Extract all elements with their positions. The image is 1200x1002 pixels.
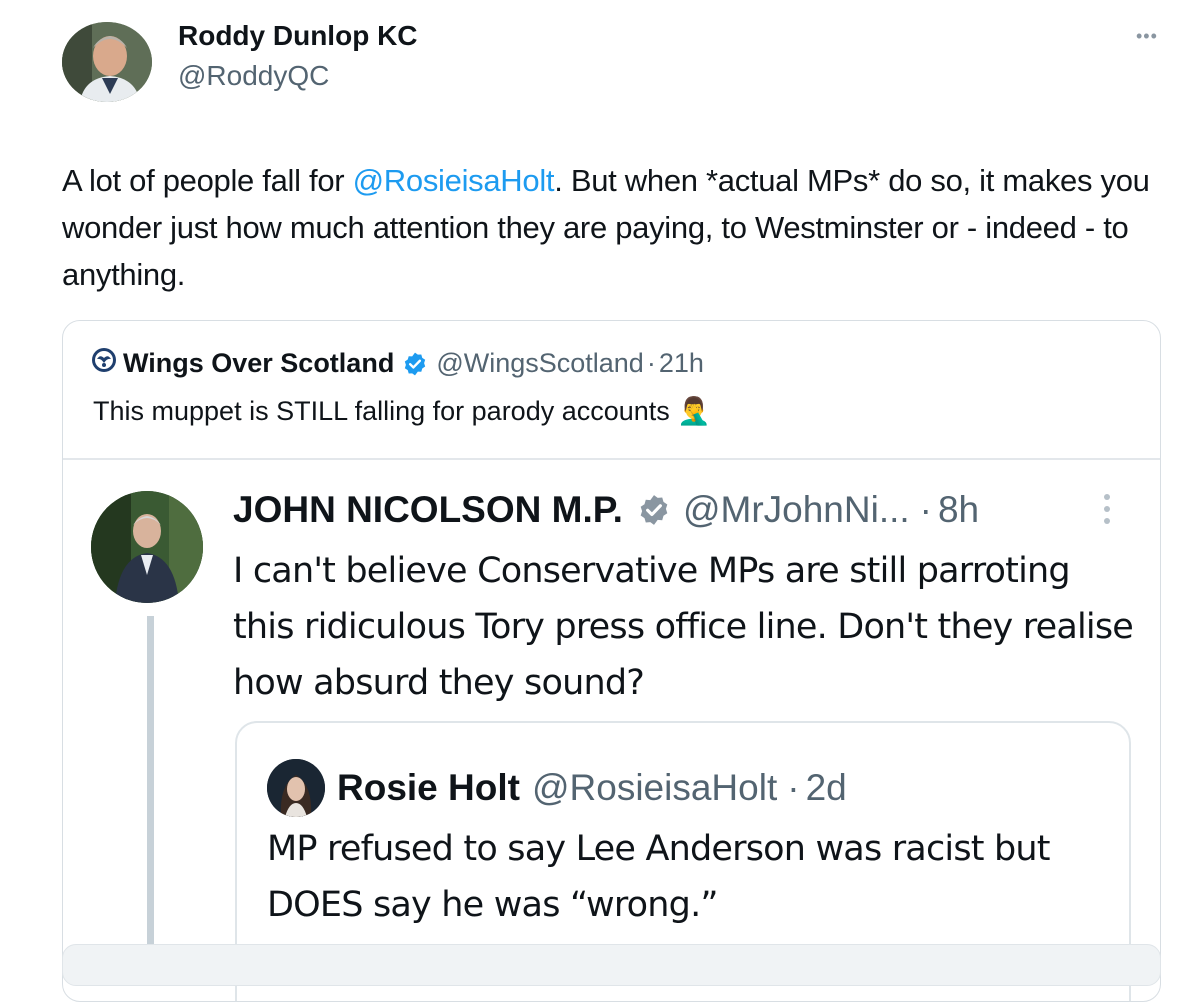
nested-tweet-header: Rosie Holt @RosieisaHolt · 2d [267,759,847,817]
inner-tweet-time: 8h [937,489,980,530]
nested-author-name: Rosie Holt [337,767,520,808]
separator-dot: · [646,348,656,378]
quoted-author-handle[interactable]: @WingsScotland [436,348,644,379]
inner-tweet-header: JOHN NICOLSON M.P. @MrJohnNi... · 8h [233,489,979,531]
john-nicolson-avatar [91,491,203,603]
facepalm-emoji: 🤦‍♂️ [677,396,711,426]
separator-dot: · [787,767,800,808]
inner-author-name: JOHN NICOLSON M.P. [233,489,623,530]
separator-dot: · [919,489,932,530]
author-handle[interactable]: @RoddyQC [178,60,329,92]
wings-logo-icon [91,347,117,380]
quoted-tweet-header: Wings Over Scotland @WingsScotland · 21h [91,347,704,380]
thread-line [147,616,154,956]
verified-badge-icon [637,493,671,527]
tweet-text-start: A lot of people fall for [62,163,353,198]
quoted-tweet-card[interactable]: Wings Over Scotland @WingsScotland · 21h… [62,320,1161,1002]
mention-link[interactable]: @RosieisaHolt [353,163,555,198]
quoted-tweet-time[interactable]: 21h [659,348,704,379]
divider [63,458,1160,460]
nested-author-handle: @RosieisaHolt [531,767,778,808]
more-dots-icon[interactable]: ••• [1136,26,1158,47]
rosie-holt-avatar [267,759,325,817]
inner-author-handle: @MrJohnNi... [682,489,910,530]
quoted-author-name[interactable]: Wings Over Scotland [123,348,394,379]
author-avatar[interactable] [62,22,152,102]
verified-badge-icon [402,351,428,377]
quoted-tweet-text: This muppet is STILL falling for parody … [93,396,670,426]
inner-tweet-text: I can't believe Conservative MPs are sti… [233,551,1134,703]
reply-bar[interactable] [62,944,1161,986]
nested-tweet-time: 2d [805,767,847,808]
author-name[interactable]: Roddy Dunlop KC [178,20,418,52]
tweet-text: A lot of people fall for @RosieisaHolt. … [62,157,1172,298]
nested-tweet-text: MP refused to say Lee Anderson was racis… [267,829,1051,925]
quoted-tweet-text-row: This muppet is STILL falling for parody … [93,395,711,427]
vertical-dots-icon [1101,489,1113,539]
